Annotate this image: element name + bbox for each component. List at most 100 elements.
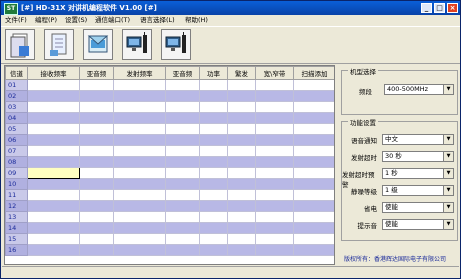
grid-cell[interactable] — [255, 123, 294, 135]
chevron-down-icon[interactable]: ▼ — [443, 152, 453, 161]
grid-cell[interactable] — [199, 189, 228, 201]
func-select[interactable]: 使能 ▼ — [382, 219, 454, 230]
grid-cell[interactable] — [199, 145, 228, 157]
grid-cell[interactable] — [199, 211, 228, 223]
menu-file[interactable]: 文件(F) — [5, 16, 27, 25]
chevron-down-icon[interactable]: ▼ — [443, 203, 453, 212]
grid-cell[interactable] — [293, 200, 334, 212]
grid-cell[interactable] — [113, 134, 166, 146]
chevron-down-icon[interactable]: ▼ — [443, 186, 453, 195]
grid-cell[interactable] — [293, 156, 334, 168]
grid-cell[interactable] — [79, 156, 114, 168]
read-radio-button[interactable] — [122, 29, 152, 60]
func-select[interactable]: 1 秒 ▼ — [382, 168, 454, 179]
grid-cell[interactable] — [255, 244, 294, 256]
chevron-down-icon[interactable]: ▼ — [443, 85, 453, 94]
grid-cell[interactable] — [227, 178, 256, 190]
menu-help[interactable]: 帮助(H) — [185, 16, 208, 25]
grid-cell[interactable] — [293, 123, 334, 135]
chevron-down-icon[interactable]: ▼ — [443, 169, 453, 178]
grid-cell[interactable] — [27, 178, 80, 190]
grid-cell[interactable] — [255, 200, 294, 212]
grid-cell[interactable] — [79, 79, 114, 91]
grid-cell[interactable] — [199, 123, 228, 135]
grid-cell[interactable] — [227, 90, 256, 102]
grid-cell[interactable] — [227, 244, 256, 256]
grid-cell[interactable] — [255, 134, 294, 146]
grid-cell[interactable] — [165, 101, 200, 113]
grid-cell[interactable] — [227, 211, 256, 223]
grid-cell[interactable] — [113, 101, 166, 113]
grid-cell[interactable] — [79, 189, 114, 201]
grid-cell[interactable] — [27, 211, 80, 223]
close-button[interactable]: × — [447, 3, 458, 13]
grid-cell[interactable] — [255, 156, 294, 168]
grid-cell[interactable] — [199, 134, 228, 146]
grid-cell[interactable] — [255, 178, 294, 190]
save-button[interactable] — [44, 29, 74, 60]
grid-cell[interactable] — [27, 244, 80, 256]
grid-cell[interactable] — [27, 233, 80, 245]
grid-cell[interactable] — [165, 79, 200, 91]
grid-cell[interactable] — [27, 90, 80, 102]
grid-cell[interactable] — [293, 178, 334, 190]
grid-cell[interactable] — [113, 90, 166, 102]
grid-cell[interactable] — [27, 101, 80, 113]
grid-cell[interactable] — [227, 233, 256, 245]
grid-cell[interactable] — [165, 244, 200, 256]
grid-cell[interactable] — [255, 167, 294, 179]
grid-cell[interactable] — [255, 211, 294, 223]
grid-cell[interactable] — [27, 112, 80, 124]
grid-cell[interactable] — [165, 167, 200, 179]
grid-cell[interactable] — [227, 101, 256, 113]
grid-cell[interactable] — [199, 156, 228, 168]
grid-cell[interactable] — [113, 112, 166, 124]
grid-cell[interactable] — [293, 211, 334, 223]
grid-cell[interactable] — [227, 79, 256, 91]
grid-cell[interactable] — [227, 222, 256, 234]
grid-cell[interactable] — [293, 90, 334, 102]
menu-program[interactable]: 编程(P) — [35, 16, 57, 25]
grid-cell[interactable] — [293, 189, 334, 201]
grid-cell[interactable] — [113, 200, 166, 212]
grid-cell[interactable] — [199, 90, 228, 102]
chevron-down-icon[interactable]: ▼ — [443, 135, 453, 144]
grid-cell[interactable] — [27, 167, 80, 179]
grid-cell[interactable] — [165, 233, 200, 245]
grid-cell[interactable] — [27, 156, 80, 168]
grid-cell[interactable] — [255, 90, 294, 102]
grid-cell[interactable] — [255, 79, 294, 91]
grid-cell[interactable] — [165, 112, 200, 124]
grid-cell[interactable] — [227, 200, 256, 212]
grid-cell[interactable] — [255, 222, 294, 234]
grid-cell[interactable] — [165, 211, 200, 223]
grid-cell[interactable] — [79, 178, 114, 190]
grid-cell[interactable] — [79, 222, 114, 234]
grid-cell[interactable] — [113, 178, 166, 190]
grid-cell[interactable] — [227, 167, 256, 179]
grid-cell[interactable] — [165, 156, 200, 168]
grid-cell[interactable] — [293, 233, 334, 245]
grid-cell[interactable] — [165, 90, 200, 102]
chevron-down-icon[interactable]: ▼ — [443, 220, 453, 229]
grid-cell[interactable] — [199, 244, 228, 256]
func-select[interactable]: 30 秒 ▼ — [382, 151, 454, 162]
grid-cell[interactable] — [113, 123, 166, 135]
grid-cell[interactable] — [79, 167, 114, 179]
grid-cell[interactable] — [79, 211, 114, 223]
grid-cell[interactable] — [293, 222, 334, 234]
grid-cell[interactable] — [27, 123, 80, 135]
grid-cell[interactable] — [27, 189, 80, 201]
maximize-button[interactable]: □ — [434, 3, 445, 13]
band-select[interactable]: 400-500MHz ▼ — [384, 84, 454, 95]
grid-cell[interactable] — [227, 189, 256, 201]
grid-cell[interactable] — [165, 123, 200, 135]
menu-language[interactable]: 语言选择(L) — [140, 16, 175, 25]
grid-cell[interactable] — [113, 145, 166, 157]
grid-cell[interactable] — [79, 123, 114, 135]
grid-cell[interactable] — [293, 79, 334, 91]
grid-cell[interactable] — [199, 178, 228, 190]
menu-settings[interactable]: 设置(S) — [65, 16, 87, 25]
grid-cell[interactable] — [113, 79, 166, 91]
grid-cell[interactable] — [113, 244, 166, 256]
